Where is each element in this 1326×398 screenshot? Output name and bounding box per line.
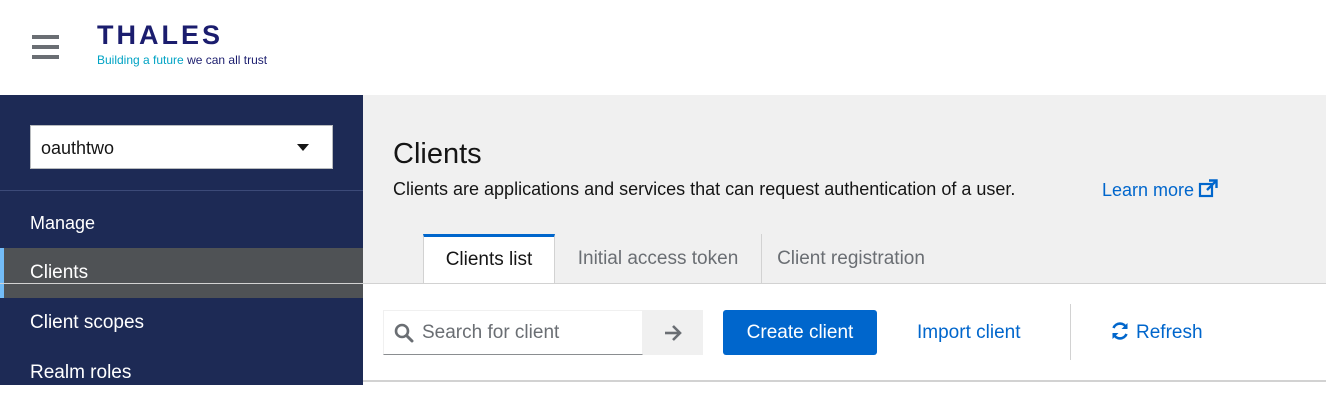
sidebar-item-realm-roles[interactable]: Realm roles [0, 348, 363, 398]
page-title: Clients [393, 138, 482, 170]
sidebar-divider [0, 190, 363, 191]
page-header: Clients Clients are applications and ser… [363, 95, 1326, 284]
page-description: Clients are applications and services th… [393, 179, 1016, 199]
hamburger-menu-icon[interactable] [32, 35, 59, 59]
sidebar-item-client-scopes[interactable]: Client scopes [0, 298, 363, 348]
logo-tagline-part1: Building a future [97, 53, 184, 67]
caret-down-icon [297, 144, 309, 151]
arrow-right-icon [665, 325, 682, 341]
tab-client-registration[interactable]: Client registration [762, 234, 940, 284]
tab-initial-access-token[interactable]: Initial access token [555, 234, 761, 284]
search-icon [394, 323, 414, 343]
clients-toolbar: Create client Import client Refresh [363, 284, 1326, 385]
sync-icon [1112, 322, 1128, 340]
refresh-button[interactable]: Refresh [1110, 310, 1203, 355]
search-submit-button[interactable] [643, 310, 703, 355]
table-header-border [363, 380, 1326, 382]
brand-logo[interactable]: THALES Building a future we can all trus… [97, 22, 297, 72]
tab-clients-list[interactable]: Clients list [423, 234, 555, 284]
learn-more-label: Learn more [1102, 180, 1195, 200]
nav-section-manage: Manage [30, 213, 96, 233]
toolbar-divider [1070, 304, 1071, 360]
masthead: THALES Building a future we can all trus… [0, 0, 1326, 95]
logo-tagline: Building a future we can all trust [97, 53, 267, 67]
logo-tagline-part2: we can all trust [187, 53, 268, 67]
logo-wordmark: THALES [97, 20, 223, 50]
search-input[interactable] [422, 320, 637, 346]
refresh-label: Refresh [1136, 322, 1203, 343]
search-field[interactable] [383, 310, 643, 355]
sidebar: oauthtwo Manage Clients Client scopes Re… [0, 95, 363, 385]
create-client-button[interactable]: Create client [723, 310, 877, 355]
learn-more-link[interactable]: Learn more [1102, 179, 1218, 201]
external-link-icon [1198, 179, 1218, 198]
import-client-button[interactable]: Import client [917, 310, 1020, 355]
sidebar-item-clients[interactable]: Clients [0, 248, 363, 298]
realm-selector-value: oauthtwo [41, 138, 115, 158]
realm-selector[interactable]: oauthtwo [30, 125, 333, 169]
